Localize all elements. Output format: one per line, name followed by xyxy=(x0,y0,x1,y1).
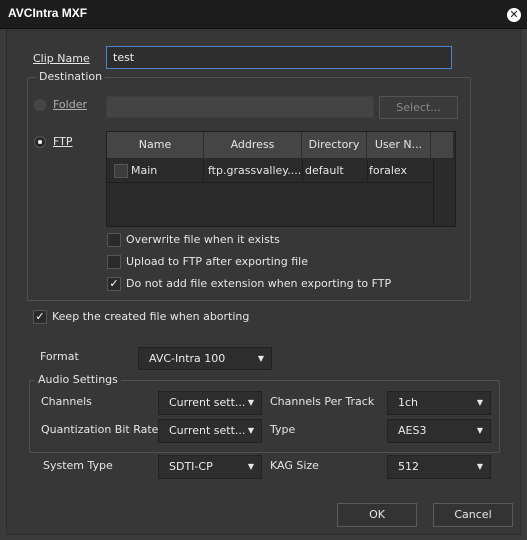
chevron-down-icon: ▼ xyxy=(247,462,254,471)
folder-path-input[interactable] xyxy=(106,96,374,118)
channels-dropdown[interactable]: Current sett... ▼ xyxy=(158,391,262,415)
overwrite-label: Overwrite file when it exists xyxy=(126,233,280,246)
cell-directory: default xyxy=(305,164,344,177)
quant-bit-rate-label: Quantization Bit Rate xyxy=(41,423,159,436)
channels-per-track-label: Channels Per Track xyxy=(270,395,375,408)
cell-divider xyxy=(367,160,368,182)
column-header-name[interactable]: Name xyxy=(107,132,204,158)
ftp-radio[interactable] xyxy=(34,136,46,148)
table-row[interactable]: Main ftp.grassvalley.... default foralex xyxy=(107,160,433,183)
cell-divider xyxy=(203,160,204,182)
clip-name-value: test xyxy=(113,51,135,64)
clip-name-input[interactable]: test xyxy=(106,46,452,69)
keep-file-label: Keep the created file when aborting xyxy=(52,310,250,323)
destination-title: Destination xyxy=(36,70,106,83)
type-label: Type xyxy=(270,423,296,436)
no-extension-label: Do not add file extension when exporting… xyxy=(126,277,392,290)
chevron-down-icon: ▼ xyxy=(476,398,483,407)
clip-name-label: Clip Name xyxy=(33,52,90,65)
folder-radio[interactable] xyxy=(34,99,46,111)
chevron-down-icon: ▼ xyxy=(247,398,254,407)
no-extension-checkbox[interactable]: ✓ xyxy=(107,277,121,291)
cell-address: ftp.grassvalley.... xyxy=(208,164,302,177)
channels-per-track-value: 1ch xyxy=(398,396,419,409)
cell-user: foralex xyxy=(369,164,408,177)
ftp-label: FTP xyxy=(53,135,73,148)
audio-settings-title: Audio Settings xyxy=(35,373,121,386)
type-dropdown[interactable]: AES3 ▼ xyxy=(387,419,491,443)
kag-size-value: 512 xyxy=(398,460,419,473)
folder-label: Folder xyxy=(53,98,87,111)
type-value: AES3 xyxy=(398,424,427,437)
title-bar: AVCIntra MXF ✕ xyxy=(0,0,527,29)
table-right-divider xyxy=(433,158,434,224)
chevron-down-icon: ▼ xyxy=(476,426,483,435)
ftp-table[interactable]: Name Address Directory User N... Main ft… xyxy=(106,131,456,227)
upload-ftp-checkbox[interactable] xyxy=(107,255,121,269)
ok-button[interactable]: OK xyxy=(337,503,417,527)
row-checkbox[interactable] xyxy=(114,164,128,178)
kag-size-dropdown[interactable]: 512 ▼ xyxy=(387,455,491,479)
chevron-down-icon: ▼ xyxy=(476,462,483,471)
column-header-user[interactable]: User N... xyxy=(367,132,431,158)
column-header-address[interactable]: Address xyxy=(204,132,302,158)
format-label: Format xyxy=(40,350,79,363)
column-header-filler xyxy=(431,132,453,158)
keep-file-checkbox[interactable]: ✓ xyxy=(33,310,47,324)
cell-name: Main xyxy=(131,164,158,177)
format-value: AVC-Intra 100 xyxy=(149,352,226,365)
chevron-down-icon: ▼ xyxy=(247,426,254,435)
quant-bit-rate-value: Current sett... xyxy=(169,424,246,437)
kag-size-label: KAG Size xyxy=(270,459,319,472)
row-divider xyxy=(107,182,433,183)
radio-selected-dot xyxy=(38,140,42,144)
channels-value: Current sett... xyxy=(169,396,246,409)
channels-per-track-dropdown[interactable]: 1ch ▼ xyxy=(387,391,491,415)
system-type-value: SDTI-CP xyxy=(169,460,213,473)
chevron-down-icon: ▼ xyxy=(257,354,264,363)
system-type-dropdown[interactable]: SDTI-CP ▼ xyxy=(158,455,262,479)
window-title: AVCIntra MXF xyxy=(8,6,88,20)
overwrite-checkbox[interactable] xyxy=(107,233,121,247)
system-type-label: System Type xyxy=(43,459,113,472)
select-button[interactable]: Select... xyxy=(379,96,458,119)
upload-ftp-label: Upload to FTP after exporting file xyxy=(126,255,308,268)
cell-divider xyxy=(302,160,303,182)
channels-label: Channels xyxy=(41,395,92,408)
cancel-button[interactable]: Cancel xyxy=(433,503,513,527)
column-header-directory[interactable]: Directory xyxy=(302,132,367,158)
format-dropdown[interactable]: AVC-Intra 100 ▼ xyxy=(138,347,272,370)
close-icon[interactable]: ✕ xyxy=(507,8,521,22)
quant-bit-rate-dropdown[interactable]: Current sett... ▼ xyxy=(158,419,262,443)
